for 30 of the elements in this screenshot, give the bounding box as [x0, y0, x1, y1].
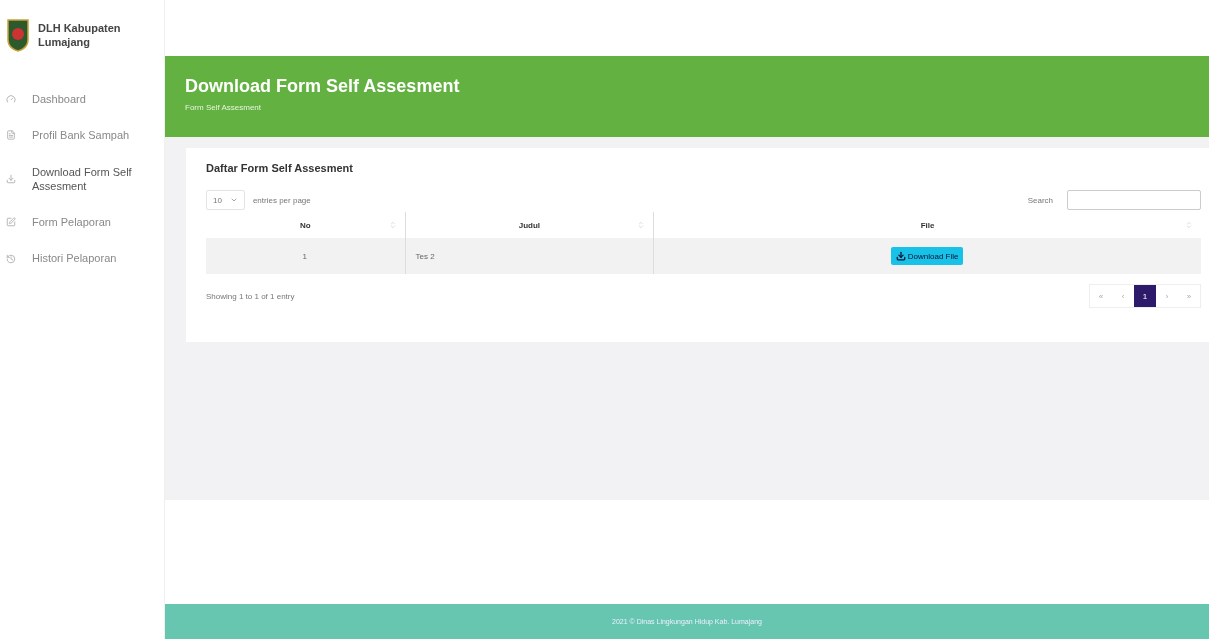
- sidebar-item[interactable]: Download Form Self Assesment: [6, 164, 164, 194]
- emblem-logo: [6, 18, 30, 52]
- breadcrumb: Form Self Assesment: [185, 103, 263, 112]
- sidebar-item[interactable]: Histori Pelaporan: [6, 251, 164, 266]
- sidebar-item[interactable]: Form Pelaporan: [6, 215, 164, 230]
- sort-icon: [1185, 221, 1193, 229]
- download-button[interactable]: Download File: [890, 247, 964, 265]
- sidebar-item[interactable]: Dashboard: [6, 92, 164, 107]
- page-size-select[interactable]: 10: [206, 190, 245, 210]
- search-label: Search: [1027, 195, 1053, 205]
- table-cell: Tes 2: [405, 238, 654, 274]
- page-size-label: entries per page: [252, 195, 311, 205]
- card-title: Daftar Form Self Assesment: [206, 162, 354, 174]
- chevron-down-icon: [229, 196, 238, 204]
- brand-name: DLH Kabupaten Lumajang: [38, 20, 122, 50]
- download-icon: [895, 251, 906, 261]
- edit-icon: [6, 217, 16, 228]
- table-cell: 1: [206, 238, 405, 274]
- gauge-icon: [6, 94, 16, 105]
- history-icon: [6, 253, 16, 264]
- table-info: Showing 1 to 1 of 1 entry: [206, 291, 295, 301]
- sort-icon: [388, 221, 397, 229]
- search-field[interactable]: [1067, 190, 1201, 210]
- document-icon: [6, 130, 16, 141]
- sort-icon: [637, 221, 646, 229]
- column-header[interactable]: No: [206, 212, 405, 238]
- download-icon: [6, 173, 16, 184]
- page-title: Download Form Self Assesment: [185, 76, 461, 97]
- sidebar-item[interactable]: Profil Bank Sampah: [6, 128, 164, 143]
- page-button[interactable]: 1: [1134, 285, 1156, 307]
